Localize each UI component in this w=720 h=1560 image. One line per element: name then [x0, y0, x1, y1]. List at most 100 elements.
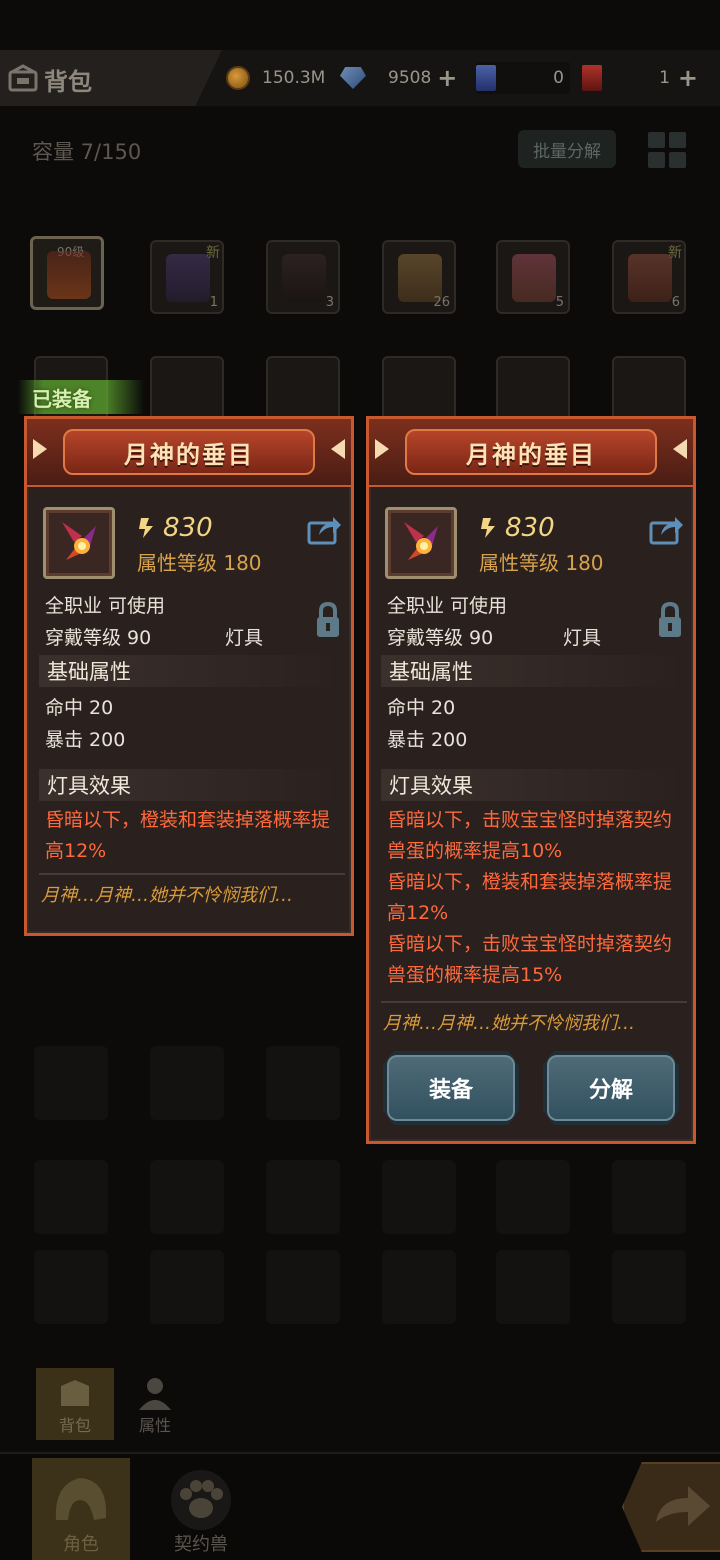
bulk-dismantle-button[interactable]: 批量分解 — [518, 130, 616, 168]
stat-hit: 命中 20 — [387, 697, 456, 719]
paw-icon — [171, 1470, 231, 1530]
item-type: 灯具 — [563, 627, 602, 649]
flavor-text: 月神…月神…她并不怜悯我们… — [41, 885, 293, 906]
item-slot[interactable]: 90级 — [30, 236, 104, 310]
share-icon[interactable] — [649, 513, 685, 545]
card-header: 月神的垂目 — [369, 419, 693, 487]
capacity-label: 容量 7/150 — [32, 140, 142, 164]
empty-slot — [382, 1160, 456, 1234]
lock-icon[interactable] — [315, 601, 341, 639]
empty-slot — [266, 1160, 340, 1234]
effect-line: 昏暗以下，橙装和套装掉落概率提高12% — [45, 809, 331, 862]
selected-item-card: 月神的垂目 830 属性等级 180 全职业 可使用 穿戴等级 90 灯具 基础… — [366, 416, 696, 1144]
title-banner: 月神的垂目 — [63, 429, 315, 475]
book-icon — [166, 254, 210, 302]
lamp-effect-header: 灯具效果 — [381, 769, 687, 801]
item-slot[interactable]: 5 — [496, 240, 570, 314]
item-count: 6 — [671, 295, 680, 310]
stat-crit: 暴击 200 — [387, 729, 468, 751]
base-attributes-header: 基础属性 — [381, 655, 687, 687]
cupcake-icon — [512, 254, 556, 302]
nav-character[interactable]: 角色 — [32, 1458, 130, 1560]
red-ticket-resource: 1 + — [582, 62, 702, 94]
stat-hit: 命中 20 — [45, 697, 114, 719]
item-slot[interactable]: 3 — [266, 240, 340, 314]
nav-label: 角色 — [63, 1534, 99, 1555]
add-red-ticket-button[interactable]: + — [678, 66, 698, 90]
effect-line: 昏暗以下，击败宝宝怪时掉落契约兽蛋的概率提高10% — [387, 809, 673, 862]
effect-line: 昏暗以下，击败宝宝怪时掉落契约兽蛋的概率提高15% — [387, 933, 673, 986]
empty-slot — [34, 1250, 108, 1324]
empty-slot — [496, 1250, 570, 1324]
blue-ticket-amount: 0 — [553, 68, 564, 88]
tab-attributes[interactable]: 属性 — [116, 1368, 194, 1440]
equip-button[interactable]: 装备 — [383, 1051, 519, 1125]
next-arrow-icon[interactable] — [331, 439, 345, 459]
blue-ticket-resource: 0 — [476, 62, 570, 94]
lamp-effect-header: 灯具效果 — [39, 769, 345, 801]
lantern-icon — [47, 251, 91, 299]
nav-pets[interactable]: 契约兽 — [152, 1458, 250, 1560]
item-icon-frame — [43, 507, 115, 579]
wear-level: 穿戴等级 90 — [387, 627, 494, 649]
empty-slot — [612, 1160, 686, 1234]
power-icon — [139, 518, 153, 538]
flavor-text: 月神…月神…她并不怜悯我们… — [383, 1013, 635, 1034]
attribute-level: 属性等级 180 — [479, 551, 604, 575]
empty-slot — [612, 1250, 686, 1324]
page-title: 背包 — [44, 68, 92, 96]
tab-backpack[interactable]: 背包 — [36, 1368, 114, 1440]
card-header: 月神的垂目 — [27, 419, 351, 487]
title-banner: 月神的垂目 — [405, 429, 657, 475]
backpack-icon — [61, 1380, 89, 1406]
forward-button[interactable] — [622, 1462, 720, 1552]
item-name: 月神的垂目 — [466, 440, 596, 469]
stat-crit: 暴击 200 — [45, 729, 126, 751]
item-count: 5 — [555, 295, 564, 310]
person-icon — [139, 1378, 171, 1410]
item-slot[interactable]: 新 1 — [150, 240, 224, 314]
divider — [39, 873, 345, 875]
item-type: 灯具 — [225, 627, 264, 649]
empty-slot — [266, 1046, 340, 1120]
wear-level: 穿戴等级 90 — [45, 627, 152, 649]
red-ticket-amount: 1 — [659, 68, 670, 88]
moon-lantern-icon — [404, 522, 438, 560]
top-bar: 背包 150.3M 9508 + 0 1 + — [0, 50, 720, 106]
item-icon-frame — [385, 507, 457, 579]
lock-icon[interactable] — [657, 601, 683, 639]
share-icon[interactable] — [307, 513, 343, 545]
prev-arrow-icon[interactable] — [33, 439, 47, 459]
tab-label: 背包 — [58, 1416, 91, 1435]
item-slot[interactable]: 新 6 — [612, 240, 686, 314]
item-count: 1 — [209, 295, 218, 310]
attribute-level: 属性等级 180 — [137, 551, 262, 575]
power-number: 830 — [163, 513, 213, 543]
empty-slot — [266, 1250, 340, 1324]
bottle-icon — [282, 254, 326, 302]
effect-line: 昏暗以下，橙装和套装掉落概率提高12% — [387, 871, 673, 924]
new-badge: 新 — [206, 245, 220, 261]
gem-amount: 9508 — [388, 68, 432, 88]
power-number: 830 — [505, 513, 555, 543]
empty-slot — [34, 1160, 108, 1234]
gem-icon — [340, 67, 366, 89]
tab-label: 属性 — [138, 1416, 171, 1435]
empty-slot — [34, 1046, 108, 1120]
base-attributes-header: 基础属性 — [39, 655, 345, 687]
class-requirement: 全职业 可使用 — [45, 595, 166, 617]
grid-view-icon[interactable] — [648, 132, 686, 168]
item-count: 3 — [325, 295, 334, 310]
divider — [381, 1001, 687, 1003]
prev-arrow-icon[interactable] — [375, 439, 389, 459]
power-value: 830 — [479, 513, 555, 543]
equipped-item-card: 月神的垂目 830 属性等级 180 全职业 可使用 穿戴等级 90 灯具 基础… — [24, 416, 354, 936]
next-arrow-icon[interactable] — [673, 439, 687, 459]
item-name: 月神的垂目 — [124, 440, 254, 469]
dismantle-button[interactable]: 分解 — [543, 1051, 679, 1125]
add-gem-button[interactable]: + — [437, 66, 457, 90]
red-ticket-icon — [582, 65, 602, 91]
item-slot[interactable]: 26 — [382, 240, 456, 314]
character-icon — [55, 1478, 107, 1520]
empty-slot — [382, 1250, 456, 1324]
